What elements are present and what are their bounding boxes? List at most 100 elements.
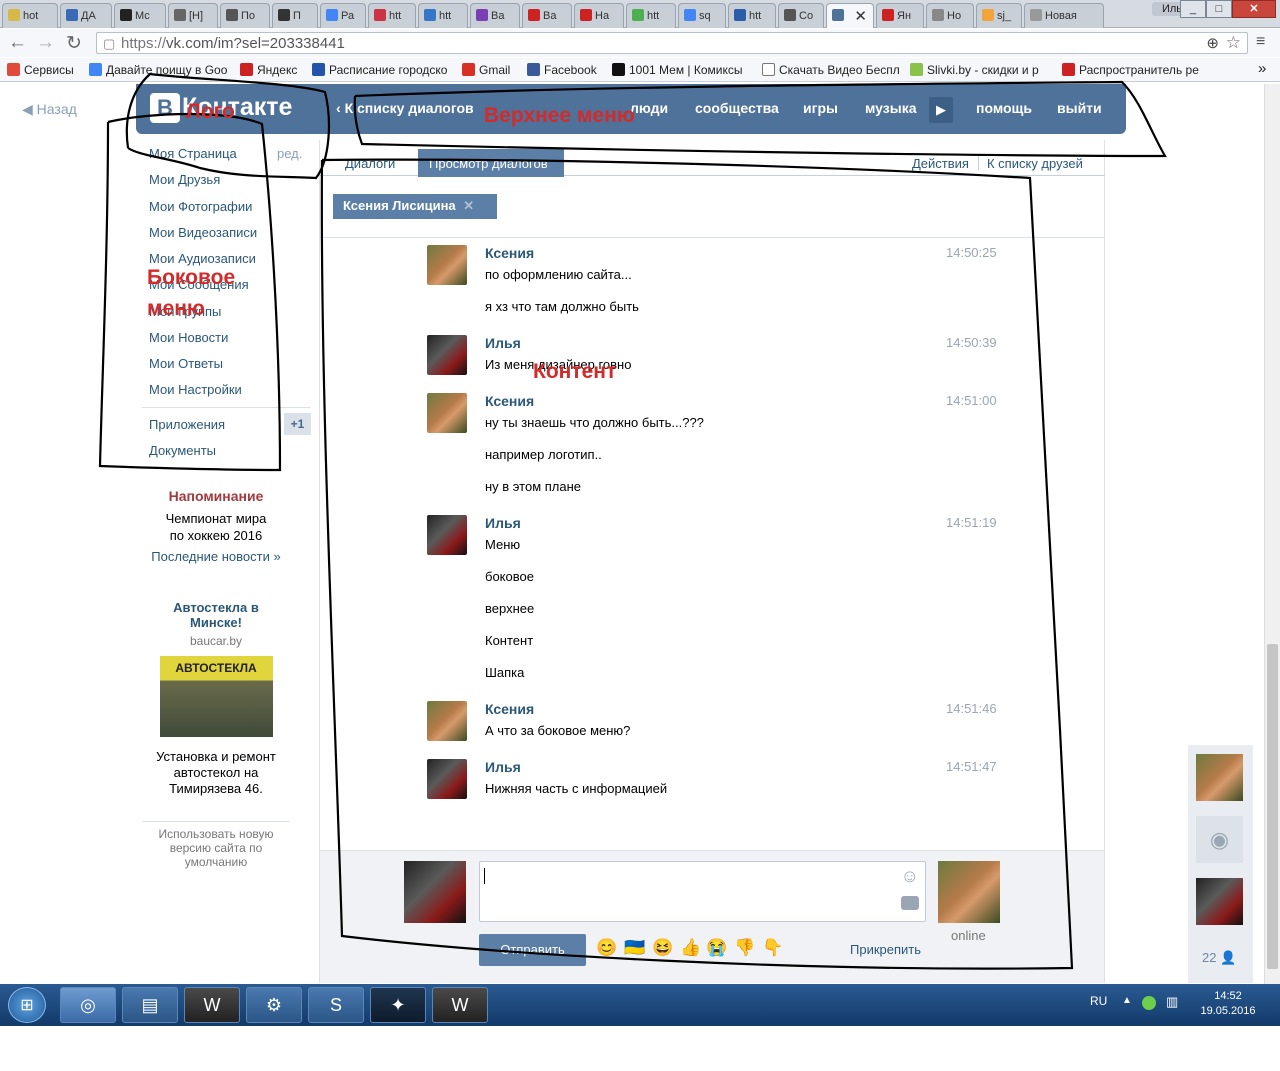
settings-gear-icon[interactable]: ⚙	[246, 987, 302, 1023]
back-link[interactable]: ◀ Назад	[22, 101, 77, 118]
browser-tab[interactable]: Ра	[320, 3, 366, 28]
hand-down-icon[interactable]: 👇	[762, 938, 783, 958]
online-count[interactable]: 22 👤	[1202, 950, 1236, 966]
bookmark-item[interactable]: Распространитель ре	[1062, 63, 1199, 77]
bookmark-item[interactable]: 1001 Мем | Комиксы	[612, 63, 743, 77]
camera-icon[interactable]	[901, 896, 919, 910]
browser-tab[interactable]: ДА	[60, 3, 112, 28]
laugh-emoji-icon[interactable]: 😆	[652, 938, 673, 958]
side-menu-item[interactable]: Мои Видеозаписи	[149, 225, 257, 240]
url-input[interactable]: ▢ https://vk.com/im?sel=203338441 ⊕ ☆	[96, 32, 1248, 54]
reload-icon[interactable]: ↻	[66, 32, 82, 55]
message-input[interactable]: ☺	[479, 861, 926, 922]
message-author[interactable]: Ксения	[485, 245, 534, 261]
avatar[interactable]	[427, 515, 467, 555]
edit-link[interactable]: ред.	[277, 146, 302, 161]
reminder-link[interactable]: Последние новости »	[142, 549, 290, 564]
side-menu-item[interactable]: Мои Настройки	[149, 382, 242, 397]
message-author[interactable]: Илья	[485, 515, 521, 531]
ukraine-flag-icon[interactable]: 🇺🇦	[624, 938, 645, 958]
close-tab-icon[interactable]: ✕	[854, 7, 867, 25]
scrollbar[interactable]	[1264, 84, 1280, 984]
smile-emoji-icon[interactable]: 😊	[596, 938, 617, 958]
ad-block[interactable]: Автостекла в Минске! baucar.by АВТОСТЕКЛ…	[150, 600, 282, 797]
attach-link[interactable]: Прикрепить	[850, 942, 921, 957]
bookmark-item[interactable]: Facebook	[527, 63, 597, 77]
browser-tab[interactable]: hot	[2, 3, 58, 28]
browser-tab[interactable]: htt	[626, 3, 676, 28]
side-menu-item[interactable]: Мои Друзья	[149, 172, 220, 187]
side-menu-item[interactable]: Мои Фотографии	[149, 199, 252, 214]
my-avatar[interactable]	[404, 861, 466, 923]
message-author[interactable]: Ксения	[485, 393, 534, 409]
new-version-link[interactable]: Использовать новую версию сайта по умолч…	[150, 827, 282, 869]
side-menu-docs[interactable]: Документы	[149, 443, 216, 458]
wow-icon[interactable]: W	[184, 987, 240, 1023]
explorer-icon[interactable]: ▤	[122, 987, 178, 1023]
browser-tab[interactable]: Co	[778, 3, 824, 28]
minimize-icon[interactable]: _	[1180, 0, 1206, 18]
side-menu-item[interactable]: Мои Новости	[149, 330, 228, 345]
send-button[interactable]: Отправить	[479, 934, 586, 966]
menu-icon[interactable]: ≡	[1256, 33, 1265, 51]
avatar[interactable]	[427, 759, 467, 799]
thumbs-up-icon[interactable]: 👍	[680, 938, 701, 958]
apps-badge[interactable]: +1	[284, 413, 311, 435]
browser-tab[interactable]: По	[220, 3, 270, 28]
skype-icon[interactable]: S	[308, 987, 364, 1023]
browser-tab[interactable]: sq	[678, 3, 726, 28]
forward-arrow-icon[interactable]: →	[36, 32, 55, 54]
zoom-icon[interactable]: ⊕	[1206, 34, 1219, 52]
to-dialogs-link[interactable]: ‹ К списку диалогов	[336, 100, 474, 116]
side-menu-apps[interactable]: Приложения	[149, 417, 225, 432]
language-indicator[interactable]: RU	[1090, 994, 1107, 1008]
message-author[interactable]: Илья	[485, 759, 521, 775]
bookmark-item[interactable]: Gmail	[462, 63, 510, 77]
avatar[interactable]	[427, 335, 467, 375]
bookmark-item[interactable]: Яндекс	[240, 63, 297, 77]
bookmark-item[interactable]: Расписание городско	[312, 63, 447, 77]
bookmark-item[interactable]: Slivki.by - скидки и р	[910, 63, 1039, 77]
bookmark-item[interactable]: Давайте поищу в Goo	[89, 63, 227, 77]
nav-music[interactable]: музыка	[865, 100, 916, 116]
back-arrow-icon[interactable]: ←	[8, 32, 27, 54]
browser-tab[interactable]: Но	[926, 3, 974, 28]
browser-tab[interactable]: [Н]	[168, 3, 218, 28]
side-menu-item[interactable]: Мои Аудиозаписи	[149, 251, 256, 266]
camera-icon[interactable]: ◉	[1196, 816, 1243, 863]
maximize-icon[interactable]: □	[1206, 0, 1232, 18]
tab-view-dialogs[interactable]: Просмотр диалогов	[418, 149, 564, 177]
browser-tab[interactable]: htt	[728, 3, 776, 28]
star-icon[interactable]: ☆	[1226, 33, 1241, 53]
nav-help[interactable]: помощь	[976, 100, 1032, 116]
rail-avatar[interactable]	[1196, 754, 1243, 801]
network-icon[interactable]: ▥	[1166, 994, 1178, 1010]
recipient-avatar[interactable]	[938, 861, 1000, 923]
chrome-icon[interactable]: ◎	[60, 987, 116, 1023]
play-icon[interactable]: ▶	[929, 97, 953, 123]
ad-image[interactable]: АВТОСТЕКЛА	[159, 656, 273, 737]
tray-app-icon[interactable]	[1142, 996, 1156, 1010]
tab-dialogs[interactable]: Диалоги	[345, 156, 395, 171]
more-bookmarks-icon[interactable]: »	[1258, 60, 1266, 77]
browser-tab-active[interactable]: ✕	[826, 3, 874, 28]
message-author[interactable]: Илья	[485, 335, 521, 351]
tray-expand-icon[interactable]: ▲	[1122, 995, 1132, 1006]
avatar[interactable]	[427, 393, 467, 433]
browser-tab[interactable]: Ян	[876, 3, 924, 28]
avatar[interactable]	[427, 245, 467, 285]
nav-communities[interactable]: сообщества	[695, 100, 779, 116]
browser-tab[interactable]: Ва	[522, 3, 572, 28]
actions-link[interactable]: Действия	[912, 156, 969, 171]
battlenet-icon[interactable]: ✦	[370, 987, 426, 1023]
message-author[interactable]: Ксения	[485, 701, 534, 717]
clock[interactable]: 14:52 19.05.2016	[1188, 990, 1268, 1017]
scrollbar-thumb[interactable]	[1267, 644, 1278, 969]
browser-tab[interactable]: Новая	[1024, 3, 1104, 28]
smile-icon[interactable]: ☺	[901, 866, 919, 887]
close-window-icon[interactable]: ✕	[1232, 0, 1276, 18]
start-button[interactable]: ⊞	[8, 987, 46, 1023]
avatar[interactable]	[427, 701, 467, 741]
ad-title[interactable]: Автостекла в Минске!	[150, 600, 282, 630]
browser-tab[interactable]: htt	[418, 3, 468, 28]
